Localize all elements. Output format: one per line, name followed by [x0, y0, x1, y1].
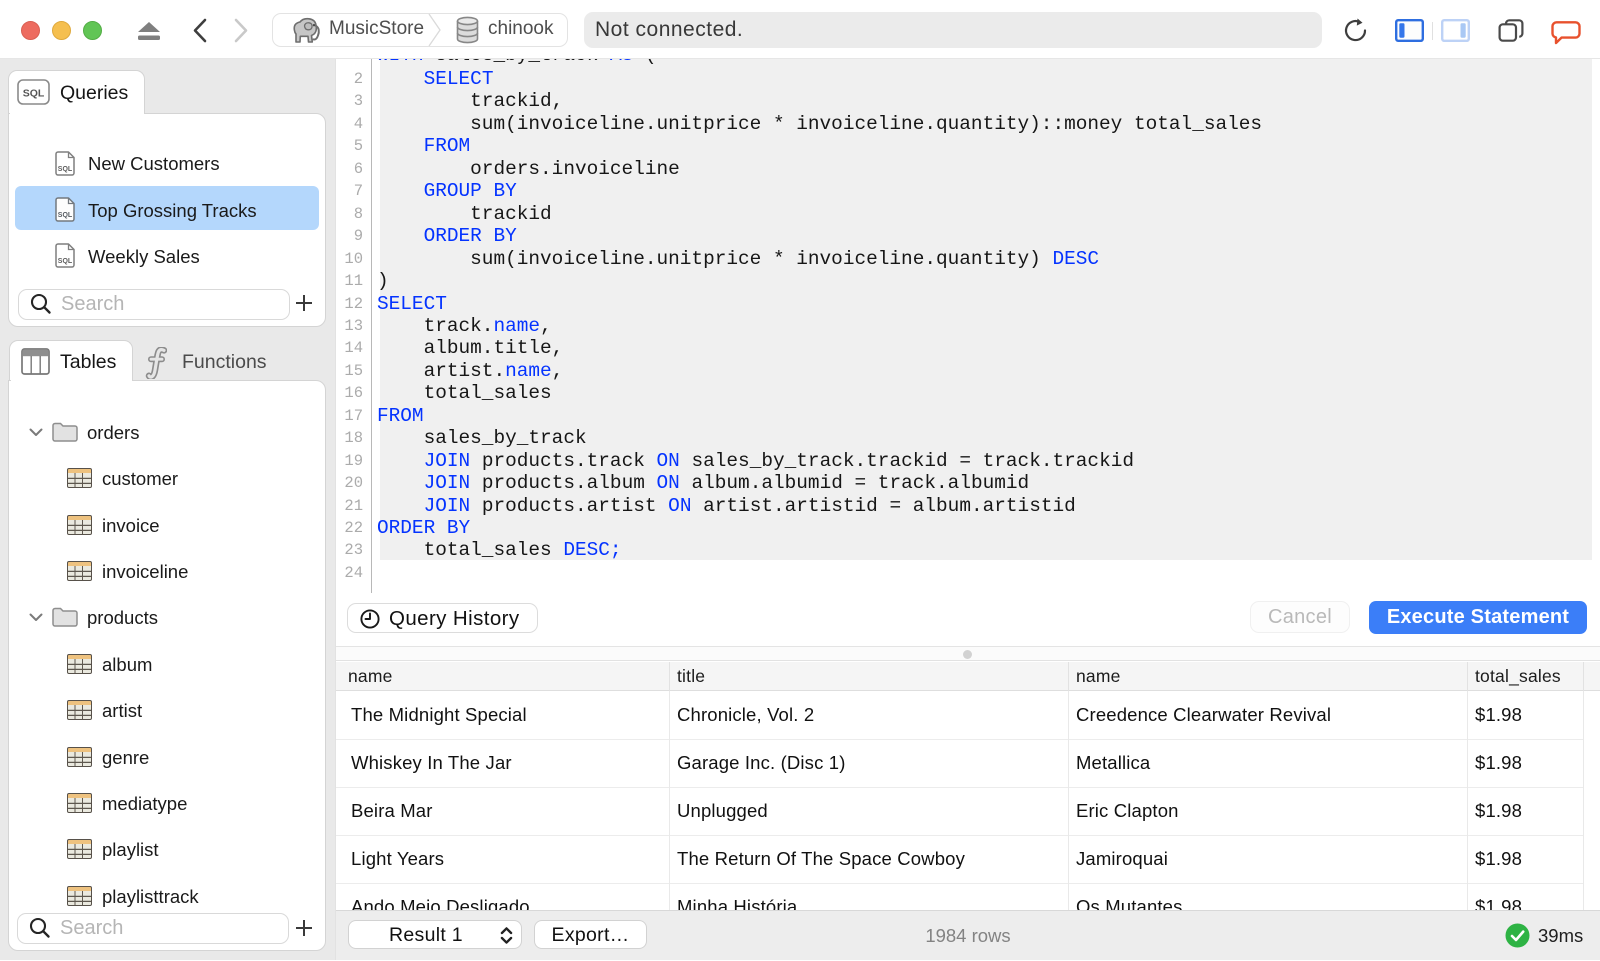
- svg-text:SQL: SQL: [58, 212, 73, 219]
- svg-text:SQL: SQL: [58, 258, 73, 265]
- svg-text:SQL: SQL: [23, 88, 45, 100]
- svg-text:SQL: SQL: [58, 166, 73, 173]
